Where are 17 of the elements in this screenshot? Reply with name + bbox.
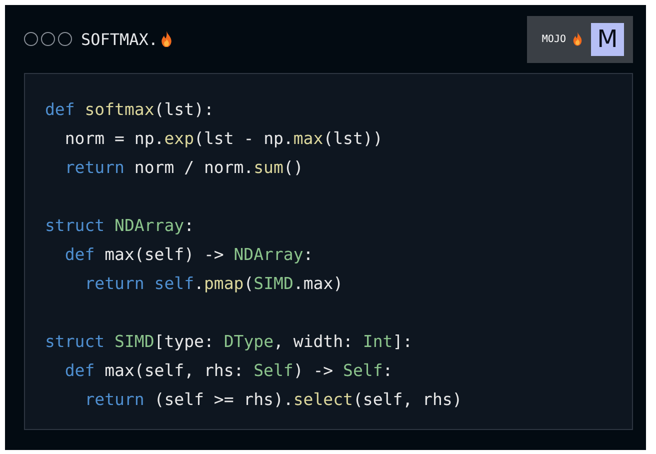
code-line: def softmax(lst): (45, 99, 214, 121)
flame-icon (572, 32, 583, 46)
code-line: return (self >= rhs).select(self, rhs) (84, 389, 462, 411)
badge-label: MOJO (542, 34, 566, 44)
window-dot-icon (41, 32, 55, 46)
flame-icon (160, 30, 174, 48)
code-line: def max(self) -> NDArray: (64, 244, 314, 266)
window-dot-icon (24, 32, 38, 46)
code-line: return norm / norm.sum() (64, 157, 304, 179)
code-line: return self.pmap(SIMD.max) (84, 273, 344, 295)
logo-letter: M (591, 22, 624, 56)
code-line: struct SIMD[type: DType, width: Int]: (45, 331, 413, 353)
code-line: norm = np.exp(lst - np.max(lst)) (64, 128, 383, 150)
code-line: struct NDArray: (45, 215, 194, 237)
code-title: SOFTMAX. (81, 30, 158, 48)
code-line: def max(self, rhs: Self) -> Self: (64, 360, 393, 382)
window-dot-icon (58, 32, 72, 46)
